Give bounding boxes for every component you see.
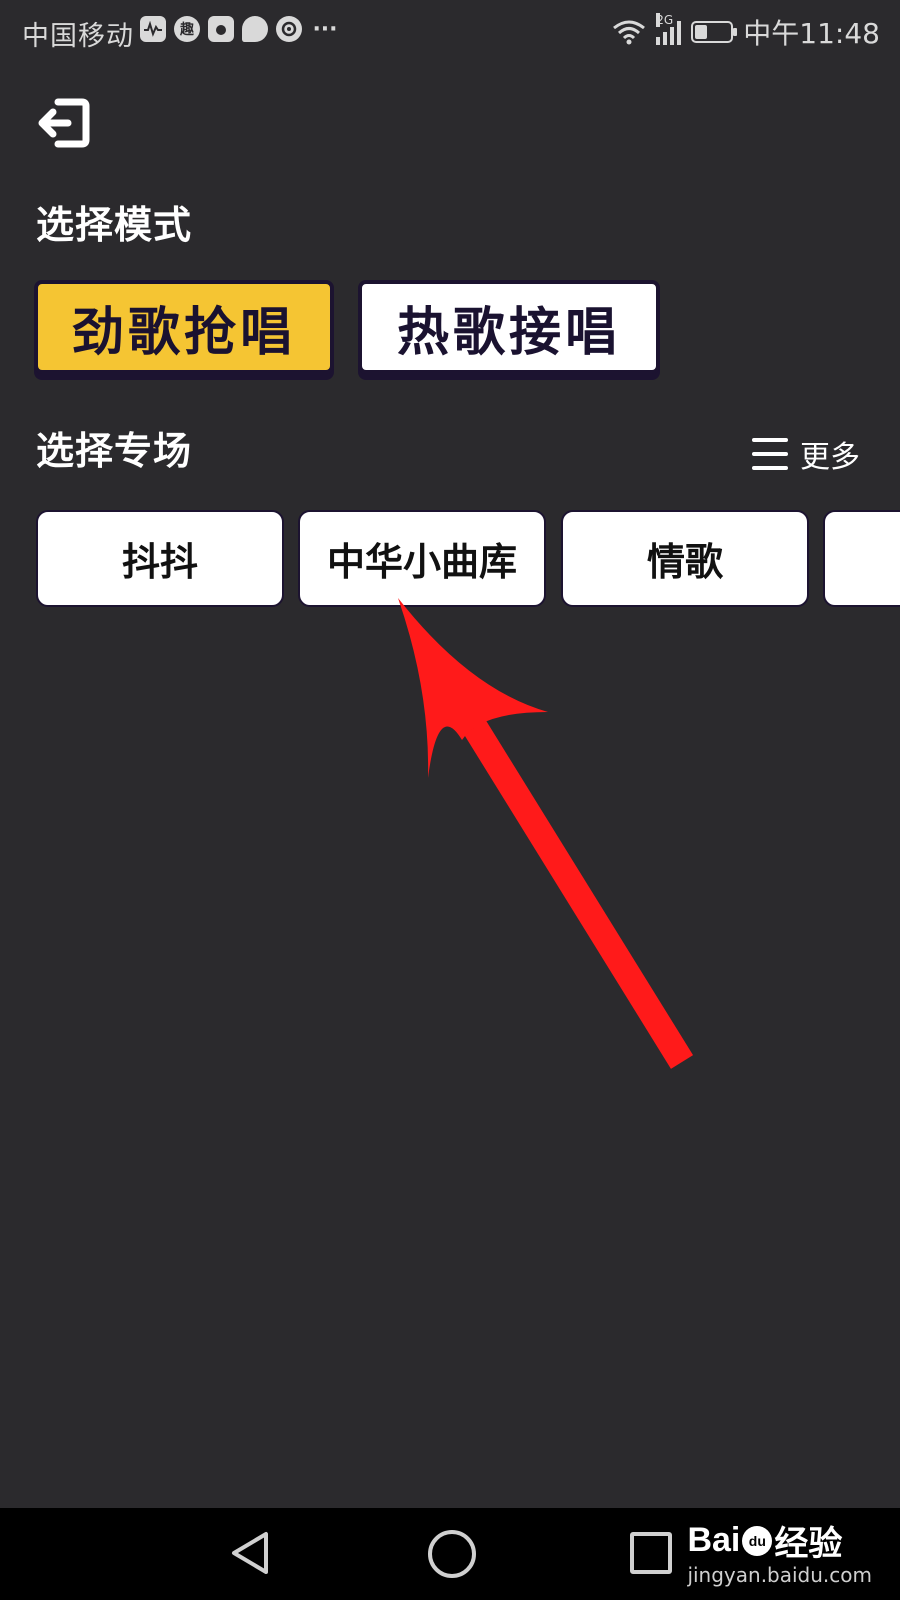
- category-button-partial[interactable]: [823, 510, 900, 607]
- exit-icon[interactable]: [38, 98, 90, 148]
- battery-icon: [691, 21, 738, 43]
- nav-back-icon[interactable]: [228, 1528, 272, 1578]
- category-button-qingge[interactable]: 情歌: [561, 510, 809, 607]
- tomato-icon: [208, 16, 234, 42]
- qu-app-icon: 趣: [174, 16, 200, 42]
- signal-icon: 2G: [656, 13, 682, 45]
- category-button-zhonghua[interactable]: 中华小曲库: [298, 510, 546, 607]
- mode-button-rege[interactable]: 热歌接唱: [358, 280, 660, 374]
- wifi-icon: [613, 20, 646, 45]
- more-button[interactable]: 更多: [752, 432, 860, 476]
- camera-icon: [276, 16, 302, 42]
- nav-home-icon[interactable]: [428, 1530, 476, 1578]
- clock: 中午11:48: [743, 17, 880, 50]
- paw-icon: du: [742, 1525, 773, 1556]
- activity-icon: [140, 16, 166, 42]
- more-dots-icon: ···: [312, 16, 338, 42]
- status-right: 2G 中午11:48: [612, 12, 880, 52]
- mode-button-jinge[interactable]: 劲歌抢唱: [34, 280, 334, 374]
- nav-recent-icon[interactable]: [630, 1532, 672, 1574]
- network-type: 2G: [656, 13, 674, 27]
- carrier-label: 中国移动: [22, 21, 134, 52]
- status-bar: 中国移动 趣 ··· 2G 中午11:48: [0, 0, 900, 62]
- watermark-logo: Bai du 经验: [687, 1521, 843, 1563]
- watermark-url: jingyan.baidu.com: [687, 1563, 872, 1587]
- navigation-bar: Bai du 经验 jingyan.baidu.com: [0, 1508, 900, 1600]
- baidu-watermark: Bai du 经验 jingyan.baidu.com: [687, 1516, 872, 1587]
- category-button-doudou[interactable]: 抖抖: [36, 510, 284, 607]
- chat-icon: [242, 16, 268, 42]
- select-mode-title: 选择模式: [36, 203, 193, 247]
- battery-level: [695, 25, 708, 39]
- select-special-title: 选择专场: [36, 429, 193, 473]
- menu-icon: [752, 438, 788, 470]
- more-label: 更多: [800, 440, 860, 475]
- screen: 中国移动 趣 ··· 2G 中午11:48 选择模式 劲歌抢唱 热歌接唱 选择专…: [0, 0, 900, 1600]
- notification-icons: 趣 ···: [140, 16, 340, 42]
